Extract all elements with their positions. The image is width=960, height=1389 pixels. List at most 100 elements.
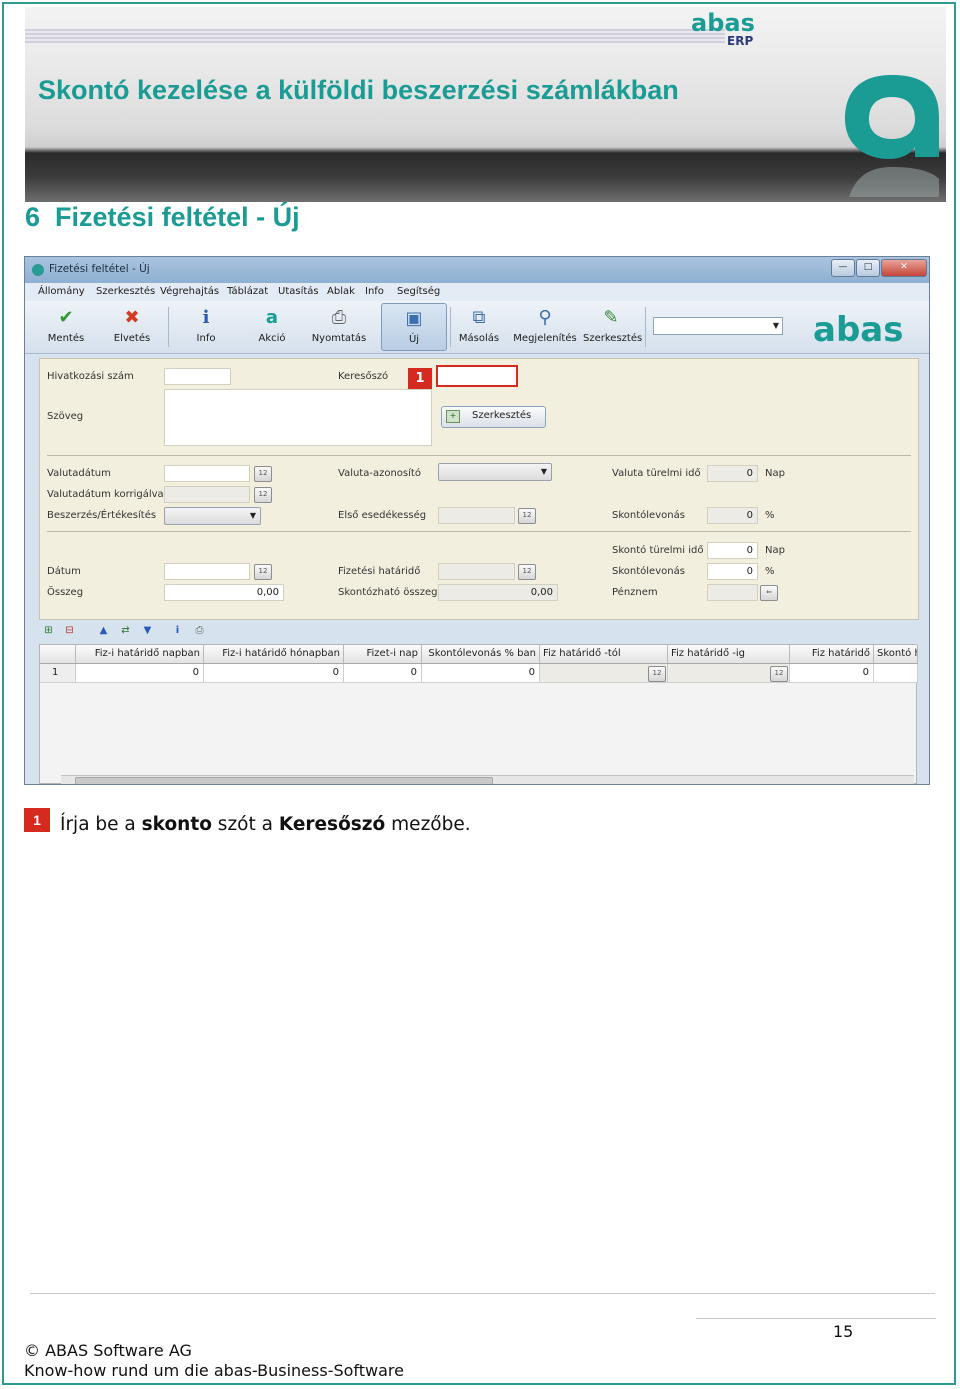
label-penznem: Pénznem <box>612 587 658 598</box>
printer-icon[interactable]: ⎙ <box>193 624 206 637</box>
grid-header[interactable]: Fiz határidő <box>790 645 874 664</box>
minimize-icon[interactable]: — <box>831 259 855 277</box>
keresoszo-input[interactable] <box>436 365 518 387</box>
discard-button[interactable]: ✖ Elvetés <box>107 303 157 349</box>
hivatkozasi-szam-input[interactable] <box>164 368 231 385</box>
lookup-icon[interactable]: ⇐ <box>760 585 778 601</box>
label-fizetesi-hatarido: Fizetési határidő <box>338 566 421 577</box>
grid-cell[interactable]: 0 <box>204 664 344 683</box>
grid-cell[interactable]: 0 <box>344 664 422 683</box>
label-valuta-azonosito: Valuta-azonosító <box>338 468 421 479</box>
grid-header[interactable]: Skontólevonás % ban <box>422 645 540 664</box>
label-skonto-turelmi-ido: Skontó türelmi idő <box>612 545 704 556</box>
display-button[interactable]: ⚲ Megjelenítés <box>513 303 577 349</box>
calendar-icon[interactable]: 12 <box>648 666 666 682</box>
page-number: 15 <box>833 1322 854 1341</box>
unit-percent: % <box>765 510 775 521</box>
calendar-icon[interactable]: 12 <box>518 564 536 580</box>
grid-cell[interactable]: 0 <box>422 664 540 683</box>
skontolevonas-input[interactable]: 0 <box>707 563 758 580</box>
szerkesztes-button[interactable]: + Szerkesztés <box>441 406 546 428</box>
logo-sub: ERP <box>727 34 753 48</box>
divider <box>47 531 911 532</box>
table-toolbar: ⊞ ⊟ ▲ ⇄ ▼ i ⎙ <box>39 621 917 641</box>
grid-cell[interactable]: 0 <box>790 664 874 683</box>
new-button[interactable]: ▣ Új <box>381 303 447 351</box>
marker-1: 1 <box>408 368 432 390</box>
footer-subtitle: Know-how rund um die abas-Business-Softw… <box>24 1361 404 1380</box>
label-skontozhato-osszeg: Skontózható összeg <box>338 587 438 598</box>
valutadatum-input[interactable] <box>164 465 250 482</box>
divider <box>47 455 911 456</box>
menu-tablazat[interactable]: Táblázat <box>227 286 268 297</box>
valutadatum-korrigalva-field <box>164 486 250 503</box>
calendar-icon[interactable]: 12 <box>254 487 272 503</box>
menu-info[interactable]: Info <box>365 286 384 297</box>
grid-header[interactable]: Skontó h <box>874 645 918 664</box>
save-button[interactable]: ✔ Mentés <box>41 303 91 349</box>
menu-segitseg[interactable]: Segítség <box>397 286 440 297</box>
grid-cell: 12 <box>540 664 668 683</box>
printer-icon: ⎙ <box>331 307 347 328</box>
move-up-icon[interactable]: ▲ <box>97 624 110 637</box>
menu-ablak[interactable]: Ablak <box>327 286 355 297</box>
osszeg-input[interactable]: 0,00 <box>164 584 284 601</box>
scrollbar-thumb[interactable] <box>75 777 493 784</box>
instruction-text: Írja be a skonto szót a Keresőszó mezőbe… <box>60 814 471 835</box>
delete-row-icon[interactable]: ⊟ <box>63 624 76 637</box>
calendar-icon[interactable]: 12 <box>770 666 788 682</box>
info-button[interactable]: i Info <box>182 303 230 349</box>
menu-vegrehajtas[interactable]: Végrehajtás <box>160 286 219 297</box>
horizontal-scrollbar[interactable] <box>61 775 914 784</box>
print-button[interactable]: ⎙ Nyomtatás <box>309 303 369 349</box>
unit-nap: Nap <box>765 468 785 479</box>
abas-erp-logo: abas ERP <box>691 9 755 48</box>
abas-app-logo: abas <box>813 311 903 345</box>
section-number: 6 <box>25 202 41 232</box>
grid-header[interactable]: Fiz határidő -tól <box>540 645 668 664</box>
label-osszeg: Összeg <box>47 587 84 598</box>
datum-input[interactable] <box>164 563 250 580</box>
app-logo-text: abas <box>813 311 903 345</box>
menu-allomany[interactable]: Állomány <box>38 286 85 297</box>
move-icon[interactable]: ⇄ <box>119 624 132 637</box>
insert-row-icon[interactable]: ⊞ <box>42 624 55 637</box>
checkmark-icon: ✔ <box>58 307 74 328</box>
penznem-field <box>707 584 758 601</box>
move-down-icon[interactable]: ▼ <box>141 624 154 637</box>
unit-percent: % <box>765 566 775 577</box>
grid-header[interactable]: Fiz határidő -ig <box>668 645 790 664</box>
calendar-icon[interactable]: 12 <box>254 564 272 580</box>
edit-button[interactable]: ✎ Szerkesztés <box>583 303 642 349</box>
grid-cell[interactable]: 0 <box>76 664 204 683</box>
maximize-icon[interactable]: □ <box>856 259 880 277</box>
label-valutadatum: Valutadátum <box>47 468 111 479</box>
szoveg-textarea[interactable] <box>164 389 432 446</box>
edit-icon: ✎ <box>603 307 619 328</box>
close-icon[interactable]: ✕ <box>881 259 927 277</box>
skonto-turelmi-ido-input[interactable]: 0 <box>707 542 758 559</box>
copyright: © ABAS Software AG <box>24 1341 192 1360</box>
document-title: Skontó kezelése a külföldi beszerzési sz… <box>38 75 679 105</box>
action-button[interactable]: a Akció <box>248 303 296 349</box>
grid-header[interactable]: Fiz-i határidő hónapban <box>204 645 344 664</box>
menu-utasitas[interactable]: Utasítás <box>278 286 319 297</box>
x-icon: ✖ <box>124 307 140 328</box>
grid-cell[interactable] <box>874 664 918 683</box>
copy-button[interactable]: ⧉ Másolás <box>455 303 503 349</box>
menu-szerkesztes[interactable]: Szerkesztés <box>96 286 155 297</box>
beszerzes-ertekesites-select[interactable]: ▼ <box>164 507 261 525</box>
info-icon[interactable]: i <box>171 624 184 637</box>
calendar-icon[interactable]: 12 <box>518 508 536 524</box>
instruction-part: mezőbe. <box>385 814 471 835</box>
label-valutadatum-korrigalva: Valutadátum korrigálva <box>47 489 164 500</box>
grid-header[interactable]: Fiz-i határidő napban <box>76 645 204 664</box>
grid-header[interactable]: Fizet-i nap <box>344 645 422 664</box>
toolbar: ✔ Mentés ✖ Elvetés i Info a Akció ⎙ Nyom… <box>25 301 929 354</box>
chevron-down-icon: ▼ <box>249 511 256 520</box>
app-icon <box>32 264 44 276</box>
valuta-azonosito-select[interactable]: ▼ <box>438 463 552 481</box>
calendar-icon[interactable]: 12 <box>254 466 272 482</box>
instruction-marker-1: 1 <box>24 808 50 832</box>
toolbar-select[interactable]: ▼ <box>653 317 783 335</box>
